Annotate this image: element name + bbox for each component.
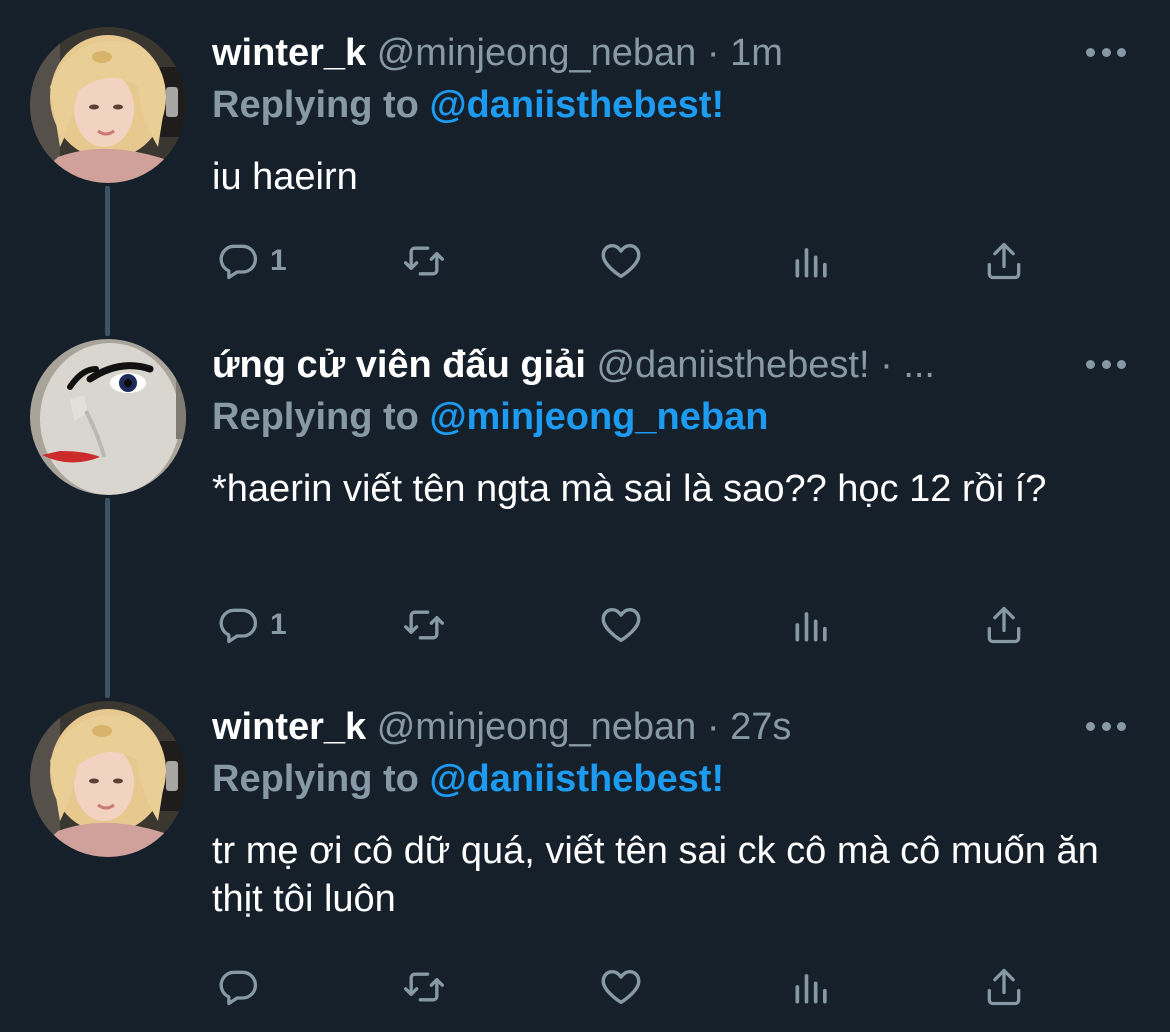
display-name[interactable]: ứng cử viên đấu giải: [212, 344, 586, 386]
share-button[interactable]: [982, 601, 1026, 649]
retweet-button[interactable]: [402, 963, 446, 1011]
tweet-header: winter_k @minjeong_neban · 27s: [212, 703, 1050, 751]
timestamp[interactable]: 1m: [730, 32, 783, 74]
more-icon[interactable]: [1086, 349, 1126, 379]
separator-dot: ·: [706, 706, 720, 748]
retweet-icon: [404, 246, 444, 276]
separator-dot: ·: [706, 32, 720, 74]
tweet-actions: 1: [212, 237, 1052, 285]
more-icon[interactable]: [1086, 711, 1126, 741]
replying-to: Replying to @daniisthebest!: [212, 81, 724, 129]
views-button[interactable]: [790, 601, 834, 649]
reply-icon: [219, 608, 258, 644]
tweet-header: ứng cử viên đấu giải @daniisthebest! · .…: [212, 341, 1050, 389]
like-icon: [601, 969, 641, 1005]
reply-count: 1: [270, 244, 287, 277]
like-button[interactable]: [598, 237, 644, 285]
replying-to: Replying to @daniisthebest!: [212, 755, 724, 803]
replying-to-label: Replying to: [212, 396, 419, 438]
share-button[interactable]: [982, 237, 1026, 285]
replying-to-label: Replying to: [212, 84, 419, 126]
retweet-button[interactable]: [402, 601, 446, 649]
like-button[interactable]: [598, 601, 644, 649]
display-name[interactable]: winter_k: [212, 32, 366, 74]
retweet-icon: [404, 972, 444, 1002]
reply-icon: [219, 244, 258, 280]
avatar[interactable]: [30, 701, 186, 857]
tweet[interactable]: winter_k @minjeong_neban · 27s Replying …: [0, 701, 1170, 1021]
retweet-button[interactable]: [402, 237, 446, 285]
views-button[interactable]: [790, 963, 834, 1011]
tweet-text: *haerin viết tên ngta mà sai là sao?? họ…: [212, 468, 1047, 510]
tweet[interactable]: ứng cử viên đấu giải @daniisthebest! · .…: [0, 339, 1170, 669]
replying-to-handle[interactable]: @daniisthebest!: [429, 84, 724, 126]
tweet-text: iu haeirn: [212, 156, 358, 198]
user-handle[interactable]: @minjeong_neban: [377, 32, 697, 74]
reply-button[interactable]: [216, 963, 270, 1011]
share-button[interactable]: [982, 963, 1026, 1011]
user-handle[interactable]: @minjeong_neban: [377, 706, 697, 748]
tweet-actions: [212, 963, 1052, 1011]
tweet-actions: 1: [212, 601, 1052, 649]
avatar[interactable]: [30, 339, 186, 495]
blonde-woman-avatar-image: [30, 701, 186, 857]
separator-dot: ·: [880, 344, 893, 386]
more-icon[interactable]: [1086, 37, 1126, 67]
reply-icon: [219, 970, 258, 1006]
tweet-header: winter_k @minjeong_neban · 1m: [212, 29, 1050, 77]
replying-to-handle[interactable]: @minjeong_neban: [429, 396, 768, 438]
share-icon: [987, 968, 1021, 1006]
user-handle[interactable]: @daniisthebest!: [596, 344, 869, 386]
replying-to: Replying to @minjeong_neban: [212, 393, 768, 441]
reply-count: 1: [270, 608, 287, 641]
tweet[interactable]: winter_k @minjeong_neban · 1m Replying t…: [0, 27, 1170, 317]
retweet-icon: [404, 610, 444, 640]
views-icon: [795, 248, 827, 278]
share-icon: [987, 242, 1021, 280]
like-icon: [601, 243, 641, 279]
display-name[interactable]: winter_k: [212, 706, 366, 748]
cartoon-face-avatar-image: [30, 339, 186, 495]
views-button[interactable]: [790, 237, 834, 285]
timestamp[interactable]: 27s: [730, 706, 791, 748]
reply-button[interactable]: 1: [216, 601, 287, 649]
blonde-woman-avatar-image: [30, 27, 186, 183]
views-icon: [795, 612, 827, 642]
timestamp[interactable]: ...: [903, 344, 935, 386]
reply-button[interactable]: 1: [216, 237, 287, 285]
tweet-text: tr mẹ ơi cô dữ quá, viết tên sai ck cô m…: [212, 830, 1099, 920]
like-icon: [601, 607, 641, 643]
like-button[interactable]: [598, 963, 644, 1011]
replying-to-label: Replying to: [212, 758, 419, 800]
avatar[interactable]: [30, 27, 186, 183]
share-icon: [987, 606, 1021, 644]
replying-to-handle[interactable]: @daniisthebest!: [429, 758, 724, 800]
views-icon: [795, 974, 827, 1004]
